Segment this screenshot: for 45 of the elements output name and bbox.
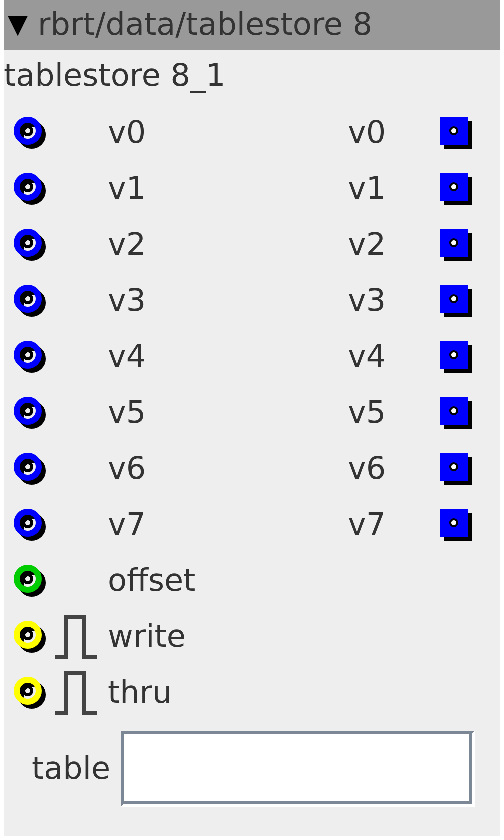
- outlet-label: v7: [348, 507, 388, 543]
- inlet-label: thru: [108, 675, 174, 711]
- inlet-icon[interactable]: [12, 619, 48, 655]
- inlet-label: v7: [108, 507, 148, 543]
- inlet-icon[interactable]: [12, 115, 48, 151]
- inlet-label: v3: [108, 283, 148, 319]
- inlet-icon[interactable]: [12, 395, 48, 431]
- pulse-icon: [54, 670, 98, 716]
- outlet-icon[interactable]: [438, 339, 474, 375]
- inlet-icon[interactable]: [12, 227, 48, 263]
- outlet-label: v1: [348, 171, 388, 207]
- inlet-label: v6: [108, 451, 148, 487]
- outlet-label: v5: [348, 395, 388, 431]
- table-field[interactable]: [120, 731, 475, 807]
- inlet-icon[interactable]: [12, 507, 48, 543]
- outlet-icon[interactable]: [438, 283, 474, 319]
- outlet-icon[interactable]: [438, 395, 474, 431]
- inlet-icon[interactable]: [12, 283, 48, 319]
- inlet-icon[interactable]: [12, 675, 48, 711]
- inlet-icon[interactable]: [12, 451, 48, 487]
- pulse-icon: [54, 614, 98, 660]
- inlet-icon[interactable]: [12, 563, 48, 599]
- outlet-icon[interactable]: [438, 507, 474, 543]
- instance-name: tablestore 8_1: [4, 57, 227, 96]
- object-title: rbrt/data/tablestore 8: [38, 7, 373, 43]
- outlet-label: v0: [348, 115, 388, 151]
- inlet-label: v4: [108, 339, 148, 375]
- inlet-label: v5: [108, 395, 148, 431]
- inlet-label: offset: [108, 563, 197, 599]
- inlet-label: v1: [108, 171, 148, 207]
- field-label: table: [32, 751, 111, 787]
- outlet-icon[interactable]: [438, 451, 474, 487]
- inlet-icon[interactable]: [12, 339, 48, 375]
- outlet-label: v6: [348, 451, 388, 487]
- inlet-icon[interactable]: [12, 171, 48, 207]
- inlet-label: write: [108, 619, 187, 655]
- outlet-label: v4: [348, 339, 388, 375]
- outlet-label: v3: [348, 283, 388, 319]
- outlet-icon[interactable]: [438, 115, 474, 151]
- outlet-icon[interactable]: [438, 227, 474, 263]
- outlet-icon[interactable]: [438, 171, 474, 207]
- inlet-label: v2: [108, 227, 148, 263]
- inlet-label: v0: [108, 115, 148, 151]
- collapse-toggle[interactable]: ▼: [8, 10, 28, 40]
- outlet-label: v2: [348, 227, 388, 263]
